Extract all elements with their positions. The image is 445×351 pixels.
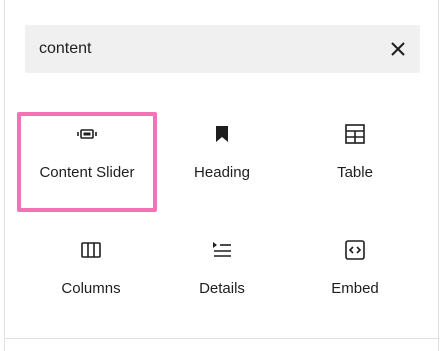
block-label: Details — [199, 280, 245, 297]
block-label: Heading — [194, 164, 250, 181]
search-bar — [25, 25, 420, 73]
columns-icon — [79, 238, 103, 262]
clear-search-button[interactable] — [386, 37, 410, 61]
block-label: Content Slider — [39, 164, 135, 181]
block-details[interactable]: Details — [152, 228, 292, 328]
content-slider-icon — [75, 122, 99, 146]
bookmark-icon — [210, 122, 234, 146]
block-heading[interactable]: Heading — [152, 112, 292, 212]
block-embed[interactable]: Embed — [285, 228, 425, 328]
search-input[interactable] — [39, 25, 359, 73]
block-inserter-panel: Content Slider Heading Table — [4, 0, 439, 351]
table-icon — [343, 122, 367, 146]
block-table[interactable]: Table — [285, 112, 425, 212]
block-label: Table — [337, 164, 373, 181]
close-icon — [391, 42, 405, 56]
block-label: Embed — [331, 280, 379, 297]
embed-icon — [343, 238, 367, 262]
block-label: Columns — [61, 280, 121, 297]
divider — [5, 338, 438, 339]
details-icon — [210, 238, 234, 262]
block-columns[interactable]: Columns — [21, 228, 161, 328]
block-content-slider[interactable]: Content Slider — [17, 112, 157, 212]
